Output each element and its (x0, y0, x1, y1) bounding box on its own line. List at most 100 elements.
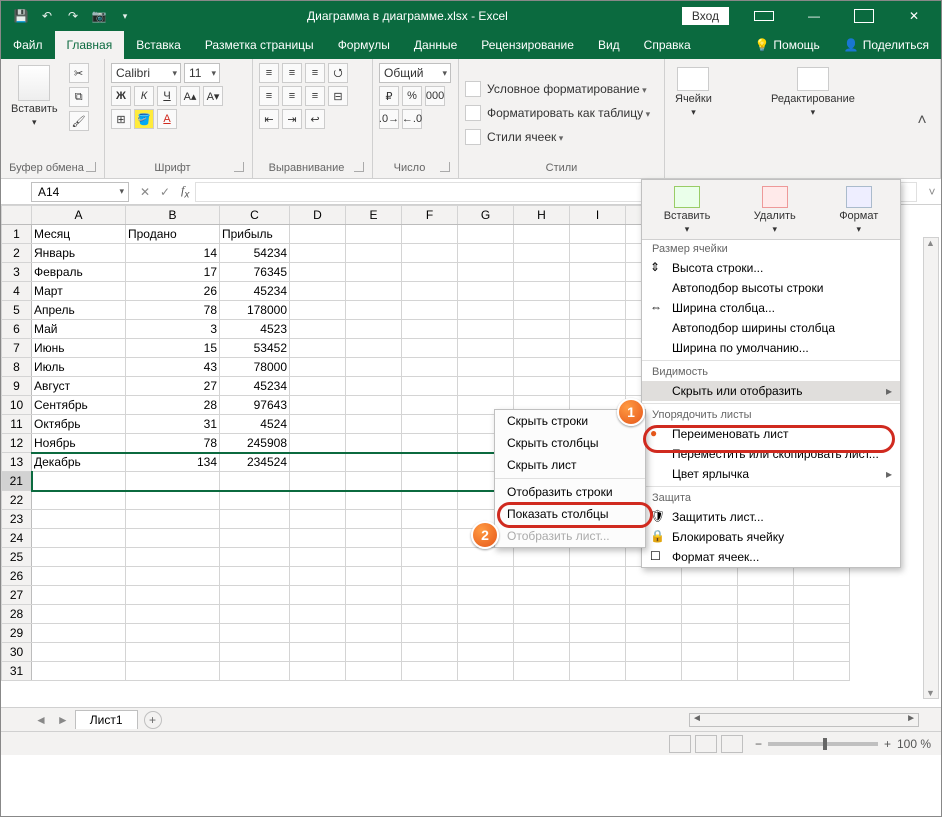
unhide-rows-item[interactable]: Отобразить строки (495, 481, 645, 503)
underline-button[interactable]: Ч (157, 86, 177, 106)
zoom-out-icon[interactable]: − (755, 737, 762, 751)
editing-button[interactable]: Редактирование▾ (767, 65, 859, 176)
cell[interactable] (402, 624, 458, 643)
row-header[interactable]: 29 (2, 624, 32, 643)
row-header[interactable]: 4 (2, 282, 32, 301)
cell[interactable] (402, 225, 458, 244)
cell[interactable] (682, 586, 738, 605)
format-painter-icon[interactable]: 🖌 (69, 111, 89, 131)
cell[interactable] (458, 263, 514, 282)
cell[interactable] (346, 453, 402, 472)
cell[interactable] (346, 396, 402, 415)
sheet-nav-next-icon[interactable]: ► (53, 713, 73, 727)
align-top-icon[interactable]: ≡ (259, 63, 279, 83)
cell[interactable]: 45234 (220, 377, 290, 396)
share-button[interactable]: Поделиться (832, 31, 941, 59)
row-height-item[interactable]: ⇕Высота строки... (642, 258, 900, 278)
cell[interactable] (290, 472, 346, 491)
cell[interactable] (570, 586, 626, 605)
row-header[interactable]: 8 (2, 358, 32, 377)
fill-color-icon[interactable]: 🪣 (134, 109, 154, 129)
cell[interactable] (514, 263, 570, 282)
maximize-button[interactable] (841, 1, 887, 31)
cell[interactable] (570, 624, 626, 643)
cell[interactable] (458, 301, 514, 320)
cell[interactable]: 78 (126, 434, 220, 453)
cell[interactable] (514, 586, 570, 605)
cell[interactable] (570, 643, 626, 662)
cell[interactable] (402, 339, 458, 358)
cell[interactable]: 76345 (220, 263, 290, 282)
row-header[interactable]: 12 (2, 434, 32, 453)
cell[interactable] (738, 586, 794, 605)
cell[interactable] (126, 586, 220, 605)
tab-layout[interactable]: Разметка страницы (193, 31, 326, 59)
cell[interactable] (794, 586, 850, 605)
cell[interactable] (626, 605, 682, 624)
collapse-ribbon-icon[interactable]: ˄ (910, 65, 934, 176)
horizontal-scrollbar[interactable] (164, 713, 941, 727)
cell[interactable]: 4524 (220, 415, 290, 434)
row-header[interactable]: 1 (2, 225, 32, 244)
row-header[interactable]: 24 (2, 529, 32, 548)
row-header[interactable]: 10 (2, 396, 32, 415)
cell[interactable] (402, 529, 458, 548)
cell[interactable] (738, 643, 794, 662)
cell[interactable] (458, 282, 514, 301)
dec-decimal-icon[interactable]: ←.0 (402, 109, 422, 129)
cell[interactable] (32, 472, 126, 491)
cell[interactable] (32, 491, 126, 510)
format-as-table-button[interactable]: Форматировать как таблицу (465, 104, 658, 122)
hide-unhide-item[interactable]: Скрыть или отобразить (642, 381, 900, 401)
column-header[interactable]: A (32, 206, 126, 225)
cell[interactable] (402, 586, 458, 605)
cell[interactable] (346, 263, 402, 282)
cell[interactable] (458, 548, 514, 567)
cell[interactable] (570, 263, 626, 282)
cell[interactable] (514, 624, 570, 643)
zoom-in-icon[interactable]: + (884, 737, 891, 751)
cell[interactable] (126, 510, 220, 529)
cell[interactable] (126, 491, 220, 510)
cell[interactable] (514, 605, 570, 624)
cell[interactable]: Март (32, 282, 126, 301)
column-header[interactable]: I (570, 206, 626, 225)
cell[interactable] (402, 605, 458, 624)
view-normal-icon[interactable] (669, 735, 691, 753)
protect-sheet-item[interactable]: 🛡Защитить лист... (642, 507, 900, 527)
cell[interactable]: 53452 (220, 339, 290, 358)
cell[interactable] (514, 282, 570, 301)
cell[interactable] (514, 548, 570, 567)
cell[interactable] (626, 624, 682, 643)
cell[interactable] (402, 282, 458, 301)
tab-help[interactable]: Справка (632, 31, 703, 59)
row-header[interactable]: 3 (2, 263, 32, 282)
cell[interactable] (682, 567, 738, 586)
cell[interactable] (738, 567, 794, 586)
font-grow-icon[interactable]: A▴ (180, 86, 200, 106)
sheet-nav-prev-icon[interactable]: ◄ (31, 713, 51, 727)
cell[interactable] (514, 662, 570, 681)
cut-icon[interactable]: ✂ (69, 63, 89, 83)
font-shrink-icon[interactable]: A▾ (203, 86, 223, 106)
cell[interactable] (626, 567, 682, 586)
cell[interactable] (514, 225, 570, 244)
cell[interactable]: 78000 (220, 358, 290, 377)
tab-home[interactable]: Главная (55, 31, 125, 59)
tell-me[interactable]: Помощь (742, 31, 831, 59)
cell[interactable] (682, 624, 738, 643)
cell[interactable]: Апрель (32, 301, 126, 320)
cell[interactable] (570, 225, 626, 244)
cell[interactable]: Июнь (32, 339, 126, 358)
cell[interactable]: Продано (126, 225, 220, 244)
minimize-button[interactable]: — (791, 1, 837, 31)
cell[interactable] (570, 358, 626, 377)
cell[interactable] (402, 567, 458, 586)
cell[interactable]: Прибыль (220, 225, 290, 244)
cell[interactable] (126, 624, 220, 643)
dialog-launcher-icon[interactable] (354, 162, 364, 172)
cell[interactable] (220, 510, 290, 529)
cell[interactable]: 27 (126, 377, 220, 396)
cell[interactable] (32, 662, 126, 681)
default-width-item[interactable]: Ширина по умолчанию... (642, 338, 900, 358)
